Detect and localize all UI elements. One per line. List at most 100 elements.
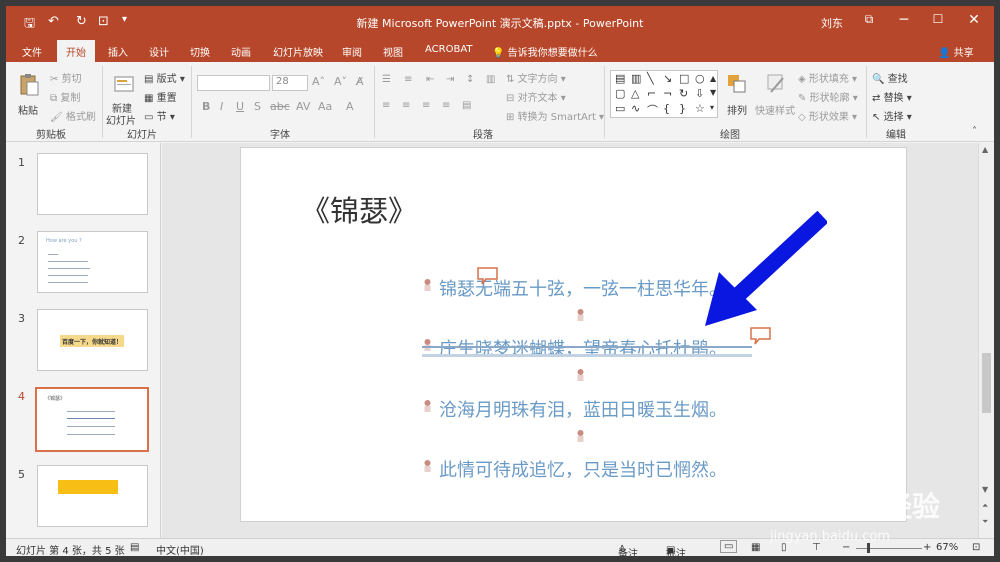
justify-icon[interactable]: ≡: [442, 100, 450, 111]
previous-slide-icon[interactable]: ⏶: [982, 501, 988, 511]
down-arrow-shape-icon[interactable]: ⇩: [695, 87, 704, 100]
poem-line-4[interactable]: 此情可待成追忆，只是当时已惘然。: [439, 456, 727, 482]
elbow-shape-icon[interactable]: ¬: [663, 87, 672, 100]
rounded-rect-shape-icon[interactable]: ▢: [615, 87, 625, 100]
cut-button[interactable]: ✂ 剪切: [50, 70, 82, 85]
tell-me-box[interactable]: 💡 告诉我你想要做什么: [492, 44, 598, 59]
find-button[interactable]: 🔍 查找: [872, 70, 908, 85]
replace-button[interactable]: ⇄ 替换 ▾: [872, 89, 912, 104]
tab-home[interactable]: 开始: [57, 40, 95, 62]
line-spacing-icon[interactable]: ↕: [466, 74, 474, 85]
text-direction-button[interactable]: ⇅ 文字方向 ▾: [506, 70, 566, 85]
slide-thumbnail-2[interactable]: How are you ?: [37, 231, 148, 293]
smartart-button[interactable]: ⊞ 转换为 SmartArt ▾: [506, 108, 604, 123]
tab-slideshow[interactable]: 幻灯片放映: [273, 44, 323, 59]
new-slide-label-2[interactable]: 幻灯片: [106, 112, 136, 127]
section-button[interactable]: ▭ 节 ▾: [144, 108, 175, 123]
align-left-icon[interactable]: ≡: [382, 100, 390, 111]
collapse-ribbon-icon[interactable]: ˄: [972, 126, 977, 137]
align-right-icon[interactable]: ≡: [422, 100, 430, 111]
gallery-up-icon[interactable]: ▲: [710, 74, 716, 83]
font-name-select[interactable]: [197, 75, 270, 91]
new-slide-icon[interactable]: [113, 72, 135, 96]
shape-effects-button[interactable]: ◇ 形状效果 ▾: [798, 108, 857, 123]
vertical-textbox-shape-icon[interactable]: ▥: [631, 72, 641, 85]
columns-icon[interactable]: ▥: [486, 74, 495, 85]
freeform-shape-icon[interactable]: ∿: [631, 102, 640, 115]
slide-sorter-icon[interactable]: ▦: [751, 542, 760, 553]
spell-check-icon[interactable]: ▤: [130, 542, 139, 553]
line-shape-icon[interactable]: ╲: [647, 72, 654, 85]
share-button[interactable]: 👤 共享: [938, 44, 974, 59]
slide-thumbnail-5[interactable]: [37, 465, 148, 527]
tab-file[interactable]: 文件: [22, 44, 42, 59]
quick-styles-label[interactable]: 快速样式: [755, 102, 795, 117]
change-case-icon[interactable]: Aa: [318, 100, 332, 113]
gallery-more-icon[interactable]: ▾: [710, 103, 714, 112]
tab-animations[interactable]: 动画: [231, 44, 251, 59]
comment-icon[interactable]: [477, 267, 499, 285]
copy-button[interactable]: ⧉ 复制: [50, 89, 80, 104]
align-text-button[interactable]: ⊟ 对齐文本 ▾: [506, 89, 566, 104]
process-shape-icon[interactable]: ▭: [615, 102, 625, 115]
decrease-indent-icon[interactable]: ⇤: [426, 74, 434, 85]
bracket-shape-icon[interactable]: }: [679, 102, 686, 115]
slide-thumbnail-1[interactable]: [37, 153, 148, 215]
distribute-icon[interactable]: ▤: [462, 100, 471, 111]
rectangle-shape-icon[interactable]: □: [679, 72, 689, 85]
font-color-icon[interactable]: A: [346, 100, 354, 113]
vertical-scrollbar[interactable]: ▲ ▼ ⏶ ⏷: [978, 143, 994, 538]
arc-shape-icon[interactable]: ⌒: [647, 102, 658, 118]
triangle-shape-icon[interactable]: △: [631, 87, 639, 100]
decrease-font-icon[interactable]: A˅: [334, 75, 347, 88]
reset-button[interactable]: ▦ 重置: [144, 89, 177, 104]
tab-acrobat[interactable]: ACROBAT: [425, 44, 473, 55]
arrange-label[interactable]: 排列: [727, 102, 747, 117]
tab-insert[interactable]: 插入: [108, 44, 128, 59]
quick-styles-icon[interactable]: [765, 72, 787, 96]
language-text[interactable]: 中文(中国): [156, 542, 204, 556]
maximize-button[interactable]: ☐: [928, 12, 948, 26]
connector-shape-icon[interactable]: ⌐: [647, 87, 656, 100]
increase-indent-icon[interactable]: ⇥: [446, 74, 454, 85]
slide-title[interactable]: 《锦瑟》: [301, 188, 417, 230]
shadow-icon[interactable]: S: [254, 100, 261, 113]
bullets-icon[interactable]: ☰: [382, 74, 391, 85]
slide-thumbnail-4[interactable]: 《锦瑟》: [35, 387, 149, 452]
gallery-down-icon[interactable]: ▼: [710, 88, 716, 97]
next-slide-icon[interactable]: ⏷: [982, 517, 988, 527]
scroll-thumb[interactable]: [982, 353, 991, 413]
increase-font-icon[interactable]: A˄: [312, 75, 325, 88]
clear-format-icon[interactable]: A̸: [356, 75, 364, 88]
scroll-down-icon[interactable]: ▼: [982, 485, 988, 494]
char-spacing-icon[interactable]: AV: [296, 100, 310, 113]
minimize-button[interactable]: ─: [894, 12, 914, 28]
bold-icon[interactable]: B: [202, 100, 210, 113]
user-name[interactable]: 刘东: [821, 15, 843, 31]
format-painter-button[interactable]: 🖌 格式刷: [50, 108, 96, 123]
shape-fill-button[interactable]: ◈ 形状填充 ▾: [798, 70, 857, 85]
paste-icon[interactable]: [18, 72, 40, 96]
font-size-select[interactable]: 28: [272, 75, 308, 91]
tab-transitions[interactable]: 切换: [190, 44, 210, 59]
numbering-icon[interactable]: ≡: [404, 74, 412, 85]
curved-arrow-shape-icon[interactable]: ↻: [679, 87, 688, 100]
align-center-icon[interactable]: ≡: [402, 100, 410, 111]
shapes-gallery[interactable]: ▤ ▥ ╲ ↘ □ ○ ▢ △ ⌐ ¬ ↻ ⇩ ▭ ∿ ⌒ { } ☆ ▲ ▼ …: [610, 70, 718, 118]
ribbon-display-options-icon[interactable]: ⧉: [859, 12, 879, 27]
fit-to-window-icon[interactable]: ⊡: [972, 542, 980, 553]
arrow-line-shape-icon[interactable]: ↘: [663, 72, 672, 85]
textbox-shape-icon[interactable]: ▤: [615, 72, 625, 85]
underline-icon[interactable]: U: [236, 100, 244, 113]
tab-review[interactable]: 审阅: [342, 44, 362, 59]
scroll-up-icon[interactable]: ▲: [982, 145, 988, 154]
tab-design[interactable]: 设计: [149, 44, 169, 59]
paste-label[interactable]: 粘贴: [18, 102, 38, 117]
italic-icon[interactable]: I: [220, 100, 223, 113]
arrange-icon[interactable]: [726, 72, 748, 96]
tab-view[interactable]: 视图: [383, 44, 403, 59]
slide-thumbnail-3[interactable]: 百度一下，你就知道！: [37, 309, 148, 371]
oval-shape-icon[interactable]: ○: [695, 72, 705, 85]
poem-line-2[interactable]: 庄生晓梦迷蝴蝶，望帝春心托杜鹃。: [439, 335, 727, 361]
strikethrough-icon[interactable]: abc: [270, 100, 290, 113]
